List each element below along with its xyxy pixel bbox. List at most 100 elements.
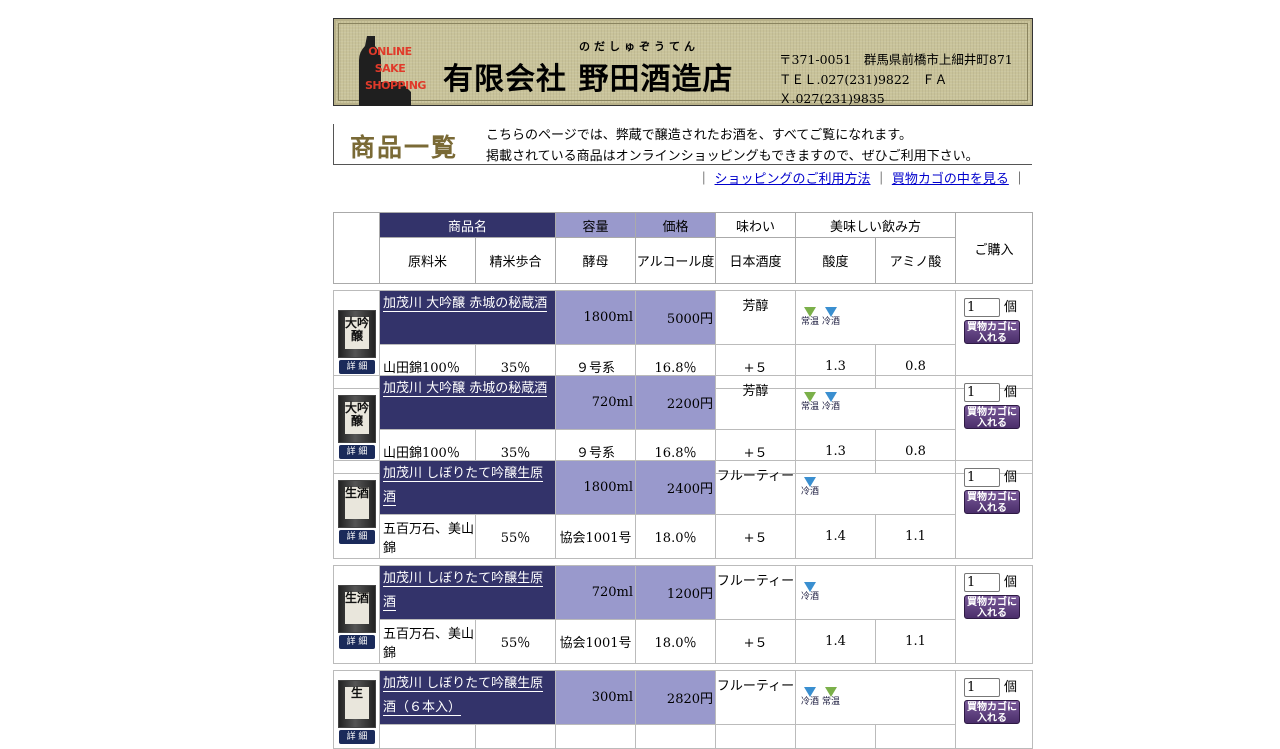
temp-label: 冷酒 — [801, 487, 820, 497]
header-amino: アミノ酸 — [875, 237, 957, 284]
product-name-link[interactable]: 加茂川 大吟醸 赤城の秘蔵酒 — [383, 381, 548, 397]
purchase-cell: 個買物カゴに入れる — [955, 375, 1034, 474]
header-rice: 原料米 — [379, 237, 476, 284]
header-howto: 美味しい飲み方 — [795, 212, 957, 238]
temp-label: 冷酒 — [822, 317, 841, 327]
room-temp-icon: 常温 — [800, 307, 820, 327]
product-price: 2820円 — [635, 670, 717, 725]
product-acidity: 1.4 — [795, 514, 877, 559]
link-separator: ｜ — [874, 172, 888, 187]
header-polish: 精米歩合 — [474, 237, 557, 284]
cold-sake-icon: 冷酒 — [800, 582, 820, 602]
company-ruby: のだしゅぞうてん — [579, 40, 699, 53]
temp-label: 冷酒 — [801, 697, 820, 707]
temp-label: 冷酒 — [822, 402, 841, 412]
detail-button[interactable]: 詳 細 — [339, 729, 375, 744]
product-name-cell: 加茂川 しぼりたて吟醸生原酒（６本入） — [378, 670, 557, 725]
detail-button[interactable]: 詳 細 — [339, 444, 375, 459]
column-header-table: 商品名 容量 価格 味わい 美味しい飲み方 ご購入 原料米 精米歩合 酵母 アル… — [333, 212, 1034, 284]
product-smv: +５ — [715, 619, 797, 664]
logo-line-sake: SAKE — [374, 62, 406, 75]
product-name-link[interactable]: 加茂川 しぼりたて吟醸生原酒 — [383, 571, 544, 611]
header-price: 価格 — [635, 212, 717, 238]
product-bottle-image[interactable]: 生酒 — [338, 584, 376, 633]
header-purchase: ご購入 — [955, 212, 1034, 284]
serving-temps: 常温 冷酒 — [795, 290, 957, 345]
link-separator: ｜ — [1012, 172, 1026, 187]
cold-sake-icon: 冷酒 — [821, 392, 841, 412]
add-to-cart-button[interactable]: 買物カゴに入れる — [964, 320, 1021, 344]
add-to-cart-button[interactable]: 買物カゴに入れる — [964, 700, 1021, 724]
product-price: 5000円 — [635, 290, 717, 345]
product-amino: 1.1 — [875, 514, 957, 559]
product-polish: 55％ — [474, 514, 557, 559]
product-taste: フルーティー — [715, 565, 797, 620]
temp-label: 冷酒 — [801, 592, 820, 602]
product-bottle-image[interactable]: 生 — [338, 679, 376, 728]
product-volume: 300ml — [555, 670, 637, 725]
product-thumb-cell: 生酒詳 細 — [333, 565, 380, 664]
header-name: 商品名 — [378, 212, 557, 238]
intro-section: 商品一覧 こちらのページでは、弊蔵で醸造されたお酒を、すべてご覧になれます。 掲… — [333, 124, 1032, 165]
product-bottle-image[interactable]: 大吟醸 — [338, 394, 376, 443]
bottle-label: 大吟醸 — [345, 401, 369, 434]
detail-button[interactable]: 詳 細 — [339, 359, 375, 374]
logo-text: ONLINE SAKE SHOPPING — [365, 43, 426, 94]
add-to-cart-button[interactable]: 買物カゴに入れる — [964, 595, 1021, 619]
intro-text-line2: 掲載されている商品はオンラインショッピングもできますので、ぜひご利用下さい。 — [486, 149, 979, 164]
header-volume: 容量 — [555, 212, 637, 238]
shopping-guide-link[interactable]: ショッピングのご利用方法 — [715, 172, 871, 187]
product-alcohol: 18.0％ — [635, 619, 717, 664]
add-to-cart-button[interactable]: 買物カゴに入れる — [964, 405, 1021, 429]
cold-sake-icon: 冷酒 — [800, 477, 820, 497]
product-amino — [875, 724, 957, 749]
header-banner: ONLINE SAKE SHOPPING のだしゅぞうてん 有限会社 野田酒造店… — [333, 18, 1033, 106]
product-name-link[interactable]: 加茂川 しぼりたて吟醸生原酒 — [383, 466, 544, 506]
product-taste: フルーティー — [715, 670, 797, 725]
product-alcohol — [635, 724, 717, 749]
product-volume: 720ml — [555, 375, 637, 430]
company-address: 〒371-0051 群馬県前橋市上細井町871 — [779, 52, 1013, 67]
quantity-unit: 個 — [1004, 680, 1018, 695]
product-row: 生詳 細加茂川 しぼりたて吟醸生原酒（６本入） 300ml 2820円 フルーティー冷… — [333, 670, 1034, 749]
header-taste: 味わい — [715, 212, 797, 238]
header-yeast: 酵母 — [555, 237, 637, 284]
purchase-cell: 個買物カゴに入れる — [955, 565, 1034, 664]
detail-button[interactable]: 詳 細 — [339, 634, 375, 649]
product-volume: 1800ml — [555, 460, 637, 515]
intro-text-line1: こちらのページでは、弊蔵で醸造されたお酒を、すべてご覧になれます。 — [486, 128, 913, 143]
product-name-link[interactable]: 加茂川 しぼりたて吟醸生原酒（６本入） — [383, 676, 544, 716]
product-row: 生酒詳 細加茂川 しぼりたて吟醸生原酒720ml1200円フルーティー冷酒個買物… — [333, 565, 1034, 664]
temp-label: 常温 — [801, 317, 820, 327]
product-amino: 1.1 — [875, 619, 957, 664]
detail-button[interactable]: 詳 細 — [339, 529, 375, 544]
quantity-input[interactable] — [964, 678, 1001, 697]
quantity-input[interactable] — [964, 468, 1001, 487]
bottle-label: 生 — [345, 686, 369, 719]
product-name-cell: 加茂川 大吟醸 赤城の秘蔵酒 — [378, 290, 557, 345]
product-name-cell: 加茂川 しぼりたて吟醸生原酒 — [378, 565, 557, 620]
banner-frame: ONLINE SAKE SHOPPING のだしゅぞうてん 有限会社 野田酒造店… — [338, 23, 1028, 106]
serving-temps: 冷酒 — [795, 565, 957, 620]
quantity-input[interactable] — [964, 573, 1001, 592]
product-bottle-image[interactable]: 大吟醸 — [338, 309, 376, 358]
product-yeast — [555, 724, 637, 749]
product-taste: フルーティー — [715, 460, 797, 515]
quantity-input[interactable] — [964, 298, 1001, 317]
shopping-links: ｜ ショッピングのご利用方法 ｜ 買物カゴの中を見る ｜ — [697, 168, 1026, 187]
product-polish — [474, 724, 557, 749]
view-cart-link[interactable]: 買物カゴの中を見る — [892, 172, 1009, 187]
product-thumb-cell: 大吟醸詳 細 — [333, 290, 380, 389]
cold-sake-icon: 冷酒 — [821, 307, 841, 327]
add-to-cart-button[interactable]: 買物カゴに入れる — [964, 490, 1021, 514]
header-smv: 日本酒度 — [715, 237, 797, 284]
product-name-link[interactable]: 加茂川 大吟醸 赤城の秘蔵酒 — [383, 296, 548, 312]
room-temp-icon: 常温 — [800, 392, 820, 412]
product-taste: 芳醇 — [715, 290, 797, 345]
serving-temps: 冷酒 常温 — [795, 670, 957, 725]
product-bottle-image[interactable]: 生酒 — [338, 479, 376, 528]
product-volume: 720ml — [555, 565, 637, 620]
quantity-input[interactable] — [964, 383, 1001, 402]
product-thumb-cell: 生酒詳 細 — [333, 460, 380, 559]
product-smv — [715, 724, 797, 749]
